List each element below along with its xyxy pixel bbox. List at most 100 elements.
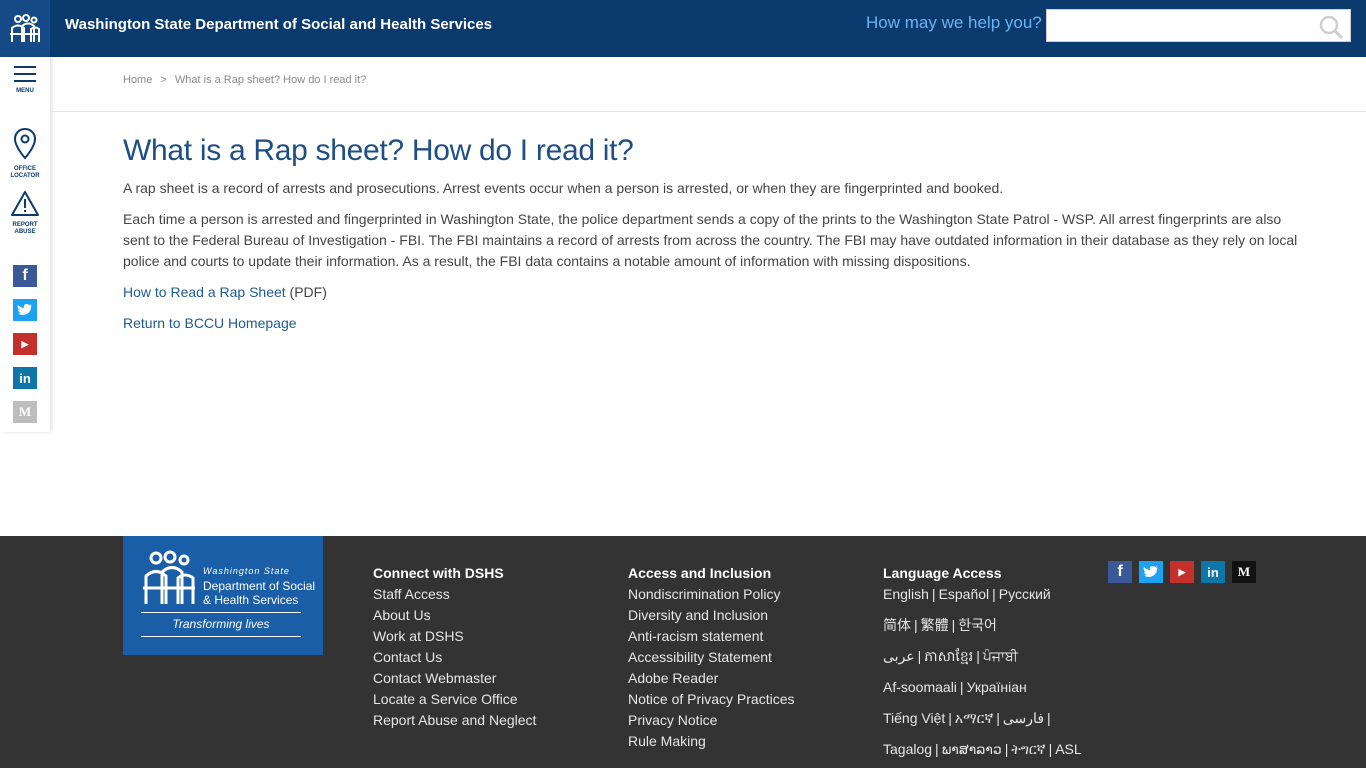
- search-input[interactable]: [1047, 10, 1312, 41]
- page-title: What is a Rap sheet? How do I read it?: [123, 134, 634, 167]
- left-rail: MENU OFFICE LOCATOR REPORT ABUSE f ▶ in …: [0, 57, 50, 432]
- footer-language-column: Language Access English | Español | Русский …: [883, 563, 1082, 768]
- footer-language-heading: Language Access: [883, 565, 1002, 581]
- lang-link[interactable]: ትግርኛ: [1011, 741, 1045, 757]
- lang-separator: |: [951, 617, 956, 633]
- footer-connect-heading: Connect with DSHS: [373, 565, 504, 581]
- lang-separator: |: [931, 586, 936, 602]
- lang-link[interactable]: 繁體: [921, 617, 949, 633]
- footer-link-about-us[interactable]: About Us: [373, 605, 536, 626]
- lang-separator: |: [959, 679, 964, 695]
- lang-link[interactable]: Русский: [999, 586, 1051, 602]
- warning-icon: [11, 191, 39, 216]
- lang-separator: |: [948, 710, 952, 726]
- lang-link[interactable]: ພາສາລາວ: [942, 741, 1002, 757]
- dshs-logo-icon[interactable]: [0, 0, 50, 57]
- office-locator-button[interactable]: OFFICE LOCATOR: [0, 127, 50, 180]
- lang-link[interactable]: ភាសាខ្មែរ: [924, 648, 973, 664]
- footer-access-heading: Access and Inclusion: [628, 565, 772, 581]
- footer-link-contact-us[interactable]: Contact Us: [373, 647, 536, 668]
- site-header: Washington State Department of Social an…: [0, 0, 1366, 57]
- report-abuse-button[interactable]: REPORT ABUSE: [0, 190, 50, 236]
- footer-logo-divider: [141, 612, 301, 613]
- breadcrumb-current: What is a Rap sheet? How do I read it?: [174, 74, 367, 86]
- site-title[interactable]: Washington State Department of Social an…: [65, 16, 492, 33]
- lang-link[interactable]: English: [883, 586, 929, 602]
- footer-logo-small-text: Washington State: [203, 566, 290, 576]
- footer-link-adobe-reader[interactable]: Adobe Reader: [628, 668, 795, 689]
- return-link-line: Return to BCCU Homepage: [123, 313, 1303, 334]
- language-line: Af-soomaali | Українiан: [883, 677, 1082, 698]
- footer-link-accessibility[interactable]: Accessibility Statement: [628, 647, 795, 668]
- footer-logo[interactable]: Washington State Department of Social & …: [123, 536, 323, 655]
- facebook-icon[interactable]: f: [1108, 561, 1132, 583]
- lang-link[interactable]: 한국어: [958, 617, 997, 633]
- report-label-1: REPORT: [12, 222, 38, 228]
- search-icon[interactable]: [1318, 14, 1344, 40]
- lang-link[interactable]: አማርኛ: [955, 710, 993, 726]
- twitter-icon[interactable]: [13, 299, 37, 321]
- footer-access-column: Access and Inclusion Nondiscrimination P…: [628, 563, 795, 752]
- breadcrumb: Home > What is a Rap sheet? How do I rea…: [123, 74, 366, 86]
- twitter-icon[interactable]: [1139, 561, 1163, 583]
- footer-link-anti-racism[interactable]: Anti-racism statement: [628, 626, 795, 647]
- footer-link-locate-office[interactable]: Locate a Service Office: [373, 689, 536, 710]
- language-line: عربى | ភាសាខ្មែរ | ਪੰਜਾਬੀ: [883, 646, 1082, 667]
- lang-link[interactable]: عربى: [883, 648, 915, 664]
- site-footer: Washington State Department of Social & …: [0, 536, 1366, 768]
- language-line: Tagalog | ພາສາລາວ | ትግርኛ | ASL: [883, 739, 1082, 760]
- breadcrumb-home[interactable]: Home: [123, 74, 152, 86]
- linkedin-icon[interactable]: in: [13, 367, 37, 389]
- lang-link[interactable]: فارسی: [1003, 710, 1044, 726]
- lang-separator: |: [914, 617, 918, 633]
- medium-icon[interactable]: M: [13, 401, 37, 423]
- footer-link-privacy-notice[interactable]: Privacy Notice: [628, 710, 795, 731]
- lang-link[interactable]: ASL: [1055, 741, 1081, 757]
- lang-link[interactable]: Español: [939, 586, 990, 602]
- menu-icon: [14, 66, 36, 82]
- detail-paragraph: Each time a person is arrested and finge…: [123, 211, 1298, 269]
- medium-icon[interactable]: M: [1232, 561, 1256, 583]
- lang-separator: |: [1047, 710, 1051, 726]
- language-line: 简体 | 繁體 | 한국어: [883, 615, 1082, 636]
- main-content: What is a Rap sheet? How do I read it? A…: [123, 132, 1303, 334]
- intro-paragraph: A rap sheet is a record of arrests and p…: [123, 180, 1004, 196]
- dshs-logo-icon: [143, 550, 195, 604]
- footer-link-rule-making[interactable]: Rule Making: [628, 731, 795, 752]
- footer-logo-name: Department of Social & Health Services: [203, 579, 315, 607]
- pdf-link-line: How to Read a Rap Sheet (PDF): [123, 282, 1303, 303]
- footer-link-staff-access[interactable]: Staff Access: [373, 584, 536, 605]
- report-label-2: ABUSE: [14, 229, 36, 235]
- return-bccu-link[interactable]: Return to BCCU Homepage: [123, 315, 297, 331]
- lang-link[interactable]: 简体: [883, 617, 911, 633]
- footer-link-nondiscrimination[interactable]: Nondiscrimination Policy: [628, 584, 795, 605]
- lang-separator: |: [992, 586, 996, 602]
- how-to-read-link[interactable]: How to Read a Rap Sheet: [123, 284, 286, 300]
- menu-button[interactable]: MENU: [0, 65, 50, 95]
- location-pin-icon: [13, 127, 37, 160]
- footer-link-diversity[interactable]: Diversity and Inclusion: [628, 605, 795, 626]
- lang-link[interactable]: Tagalog: [883, 741, 932, 757]
- lang-separator: |: [935, 741, 939, 757]
- help-prompt: How may we help you?: [866, 13, 1042, 32]
- language-line: Tiếng Việt | አማርኛ | فارسی |: [883, 708, 1082, 729]
- youtube-icon[interactable]: ▶: [13, 333, 37, 355]
- pdf-suffix: (PDF): [285, 284, 327, 300]
- lang-link[interactable]: ਪੰਜਾਬੀ: [983, 648, 1018, 664]
- facebook-icon[interactable]: f: [13, 265, 37, 287]
- lang-link[interactable]: Tiếng Việt: [883, 710, 945, 726]
- lang-separator: |: [1004, 741, 1009, 757]
- lang-link[interactable]: Українiан: [967, 679, 1027, 695]
- breadcrumb-separator: >: [160, 74, 167, 86]
- footer-link-privacy-practices[interactable]: Notice of Privacy Practices: [628, 689, 795, 710]
- linkedin-icon[interactable]: in: [1201, 561, 1225, 583]
- footer-social-icons: f ▶ in M: [1108, 561, 1256, 583]
- footer-link-report-abuse[interactable]: Report Abuse and Neglect: [373, 710, 536, 731]
- footer-logo-line1: Department of Social: [203, 579, 316, 593]
- lang-separator: |: [917, 648, 922, 664]
- footer-link-work-at-dshs[interactable]: Work at DSHS: [373, 626, 536, 647]
- lang-link[interactable]: Af-soomaali: [883, 679, 957, 695]
- footer-link-contact-webmaster[interactable]: Contact Webmaster: [373, 668, 536, 689]
- youtube-icon[interactable]: ▶: [1170, 561, 1194, 583]
- menu-label: MENU: [16, 88, 34, 94]
